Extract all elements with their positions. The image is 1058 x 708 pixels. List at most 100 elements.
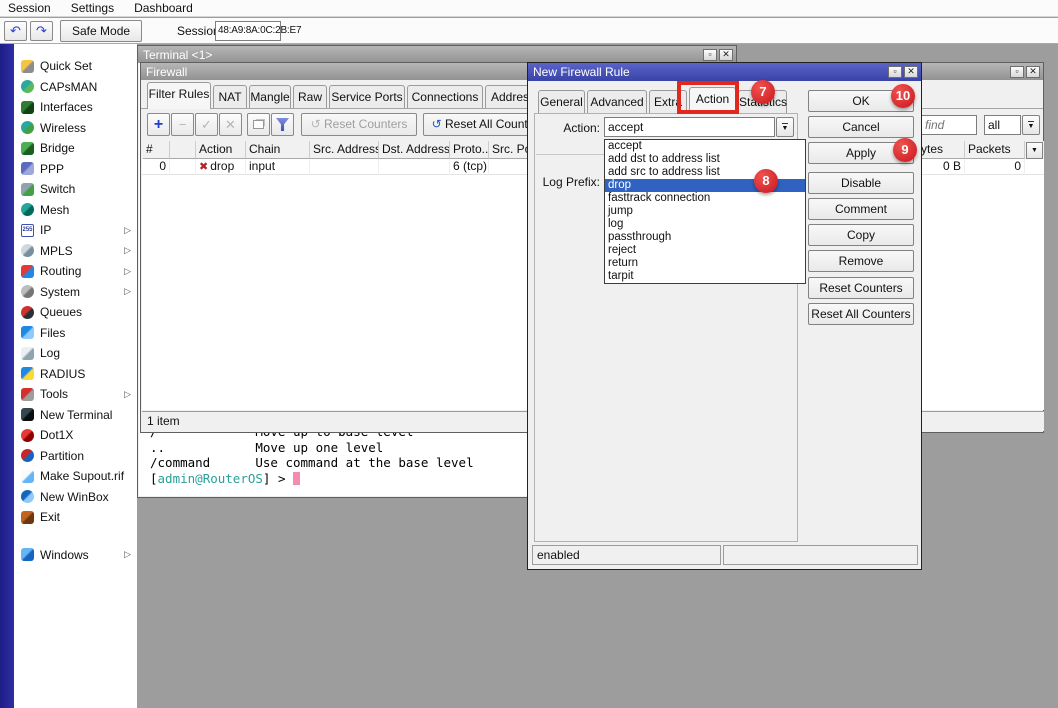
sidebar-item-ppp[interactable]: PPP — [14, 159, 137, 180]
dropdown-option-tarpit[interactable]: tarpit — [605, 270, 805, 283]
sidebar-item-interfaces[interactable]: Interfaces — [14, 97, 137, 118]
session-id-field[interactable]: 48:A9:8A:0C:2B:E7 — [215, 21, 281, 41]
comment-button[interactable]: Comment — [808, 198, 914, 220]
sidebar-item-files[interactable]: Files — [14, 323, 137, 344]
dropdown-option-accept[interactable]: accept — [605, 140, 805, 153]
minus-icon: − — [179, 117, 187, 132]
comment-button[interactable] — [247, 113, 270, 136]
reset-counters-button[interactable]: ↺ Reset Counters — [301, 113, 417, 136]
sidebar-item-mpls[interactable]: MPLS ▷ — [14, 241, 137, 262]
sidebar-item-new-winbox[interactable]: New WinBox — [14, 487, 137, 508]
sidebar-item-capsman[interactable]: CAPsMAN — [14, 77, 137, 98]
maximize-icon[interactable]: ▫ — [888, 66, 902, 78]
tab-mangle[interactable]: Mangle — [249, 85, 291, 108]
step-marker-8: 8 — [754, 169, 778, 193]
sidebar-item-switch[interactable]: Switch — [14, 179, 137, 200]
sidebar-item-ip[interactable]: 255IP▷ — [14, 220, 137, 241]
reset-all-counters-button[interactable]: Reset All Counters — [808, 303, 914, 325]
dropdown-option-reject[interactable]: reject — [605, 244, 805, 257]
column-header-proto[interactable]: Proto... — [450, 141, 489, 159]
copy-button[interactable]: Copy — [808, 224, 914, 246]
action-dropdown-button[interactable]: ▼ — [776, 117, 794, 137]
sidebar-item-windows[interactable]: Windows▷ — [14, 545, 137, 566]
dropdown-option-fasttrack-connection[interactable]: fasttrack connection — [605, 192, 805, 205]
sidebar-item-quick-set[interactable]: Quick Set — [14, 56, 137, 77]
sidebar-item-new-terminal[interactable]: New Terminal — [14, 405, 137, 426]
tab-filter-rules[interactable]: Filter Rules — [147, 82, 211, 109]
sidebar-item-partition[interactable]: Partition — [14, 446, 137, 467]
tab-connections[interactable]: Connections — [407, 85, 483, 108]
sidebar-item-radius[interactable]: RADIUS — [14, 364, 137, 385]
dropdown-option-add-dst-to-address-list[interactable]: add dst to address list — [605, 153, 805, 166]
column-header-dst-address[interactable]: Dst. Address — [379, 141, 450, 159]
dialog-title-bar[interactable]: New Firewall Rule ▫ ✕ — [528, 63, 921, 81]
tab-service-ports[interactable]: Service Ports — [329, 85, 405, 108]
action-combobox[interactable]: accept — [604, 117, 775, 137]
sidebar-item-queues[interactable]: Queues — [14, 302, 137, 323]
undo-button[interactable]: ↶ — [4, 21, 27, 41]
close-icon[interactable]: ✕ — [1026, 66, 1040, 78]
sidebar-item-label: Mesh — [40, 203, 69, 217]
enable-rule-button[interactable]: ✓ — [195, 113, 218, 136]
tab-raw[interactable]: Raw — [293, 85, 327, 108]
filter-button[interactable] — [271, 113, 294, 136]
sidebar-item-label: New Terminal — [40, 408, 112, 422]
close-icon[interactable]: ✕ — [719, 49, 733, 61]
menu-item-session[interactable]: Session — [0, 1, 63, 15]
ip-255-icon: 255 — [21, 224, 34, 237]
find-input[interactable] — [921, 115, 977, 135]
dropdown-option-jump[interactable]: jump — [605, 205, 805, 218]
column-header-chain[interactable]: Chain — [246, 141, 310, 159]
reset-counters-button[interactable]: Reset Counters — [808, 277, 914, 299]
submenu-arrow-icon: ▷ — [124, 245, 131, 256]
sidebar-item-make-supout-rif[interactable]: Make Supout.rif — [14, 466, 137, 487]
disable-rule-button[interactable]: ✕ — [219, 113, 242, 136]
terminal-cursor — [293, 472, 300, 485]
column-header-src-address[interactable]: Src. Address — [310, 141, 379, 159]
remove-button[interactable]: Remove — [808, 250, 914, 272]
filter-select[interactable]: all — [984, 115, 1021, 135]
sidebar-item-label: PPP — [40, 162, 64, 176]
maximize-icon[interactable]: ▫ — [703, 49, 717, 61]
row-cell-empty — [379, 159, 450, 175]
terminal-title-bar[interactable]: Terminal <1> ▫ ✕ — [138, 46, 736, 63]
sidebar-item-label: MPLS — [40, 244, 73, 258]
column-menu-button[interactable]: ▼ — [1026, 142, 1043, 159]
column-header-packets[interactable]: Packets — [965, 141, 1025, 159]
sidebar-item-tools[interactable]: Tools▷ — [14, 384, 137, 405]
tab-nat[interactable]: NAT — [213, 85, 247, 108]
menu-item-dashboard[interactable]: Dashboard — [126, 1, 205, 15]
dropdown-option-return[interactable]: return — [605, 257, 805, 270]
safe-mode-button[interactable]: Safe Mode — [60, 20, 142, 42]
menu-item-settings[interactable]: Settings — [63, 1, 126, 15]
remove-rule-button[interactable]: − — [171, 113, 194, 136]
close-icon[interactable]: ✕ — [904, 66, 918, 78]
cancel-button[interactable]: Cancel — [808, 116, 914, 138]
add-rule-button[interactable]: + — [147, 113, 170, 136]
chevron-down-icon: ▼ — [782, 123, 789, 132]
sidebar-item-exit[interactable]: Exit — [14, 507, 137, 528]
maximize-icon[interactable]: ▫ — [1010, 66, 1024, 78]
dialog-tab-general[interactable]: General — [538, 90, 585, 113]
sidebar-item-label: Switch — [40, 182, 75, 196]
disable-button[interactable]: Disable — [808, 172, 914, 194]
column-header-icon[interactable] — [170, 141, 196, 159]
sidebar-item-routing[interactable]: Routing▷ — [14, 261, 137, 282]
column-header-icon[interactable]: # — [143, 141, 170, 159]
row-cell-packets: 0 — [965, 159, 1025, 175]
filter-dropdown-button[interactable]: ▼ — [1022, 115, 1040, 135]
sidebar-item-wireless[interactable]: Wireless — [14, 118, 137, 139]
status-box-empty — [723, 545, 918, 565]
dialog-tab-advanced[interactable]: Advanced — [587, 90, 647, 113]
dropdown-option-passthrough[interactable]: passthrough — [605, 231, 805, 244]
radius-icon — [21, 367, 34, 380]
sidebar-item-log[interactable]: Log — [14, 343, 137, 364]
sidebar-item-mesh[interactable]: Mesh — [14, 200, 137, 221]
sidebar-item-bridge[interactable]: Bridge — [14, 138, 137, 159]
redo-button[interactable]: ↷ — [30, 21, 53, 41]
dropdown-option-log[interactable]: log — [605, 218, 805, 231]
column-header-action[interactable]: Action — [196, 141, 246, 159]
sidebar-item-system[interactable]: System▷ — [14, 282, 137, 303]
sidebar-item-dot1x[interactable]: Dot1X — [14, 425, 137, 446]
exit-icon — [21, 511, 34, 524]
